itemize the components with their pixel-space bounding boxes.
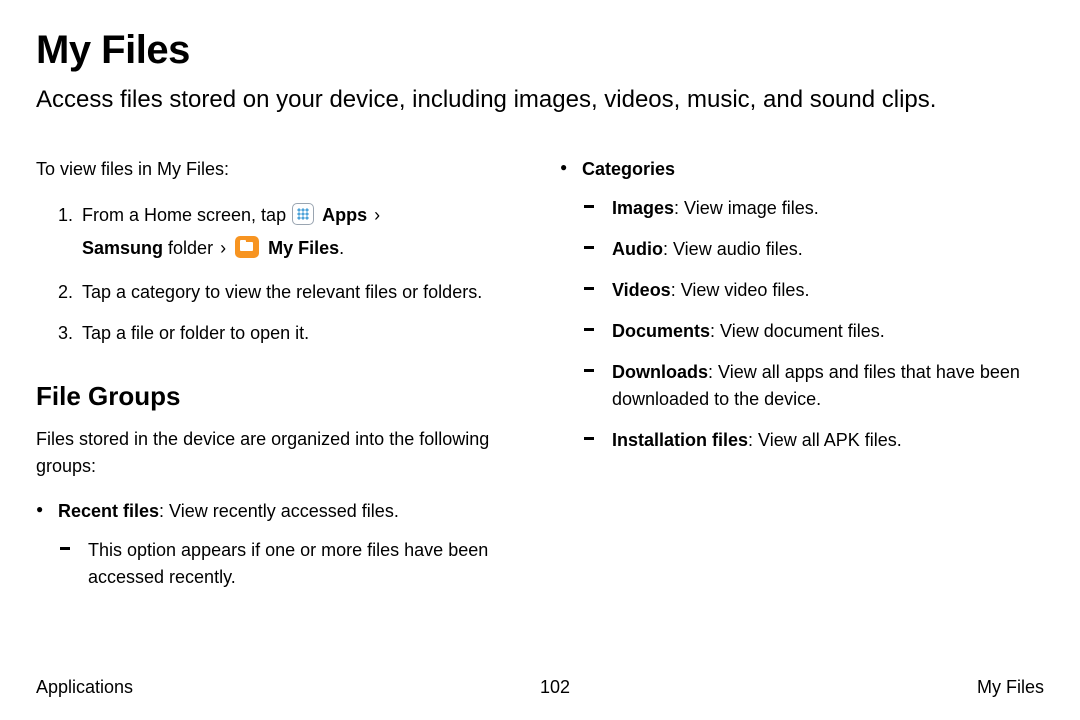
cat-documents: Documents: View document files. xyxy=(612,318,1044,345)
apps-label: Apps xyxy=(322,205,367,225)
file-groups-list: Recent files: View recently accessed fil… xyxy=(36,498,520,591)
apps-icon xyxy=(292,203,314,225)
cat-images-desc: : View image files. xyxy=(674,198,819,218)
right-column: Categories Images: View image files. Aud… xyxy=(560,156,1044,606)
samsung-label: Samsung xyxy=(82,238,163,258)
content-columns: To view files in My Files: From a Home s… xyxy=(36,156,1044,606)
steps-list: From a Home screen, tap Apps › Samsung f… xyxy=(36,199,520,348)
page-subtitle: Access files stored on your device, incl… xyxy=(36,83,1016,118)
cat-install-desc: : View all APK files. xyxy=(748,430,902,450)
folder-word: folder xyxy=(163,238,218,258)
chevron-icon: › xyxy=(367,205,382,225)
file-groups-heading: File Groups xyxy=(36,377,520,416)
period: . xyxy=(339,238,344,258)
categories-sublist: Images: View image files. Audio: View au… xyxy=(582,195,1044,454)
recent-sub-item: This option appears if one or more files… xyxy=(88,537,520,591)
step-2: Tap a category to view the relevant file… xyxy=(78,279,520,306)
cat-docs-label: Documents xyxy=(612,321,710,341)
page-title: My Files xyxy=(36,28,1044,73)
left-column: To view files in My Files: From a Home s… xyxy=(36,156,520,606)
chevron-icon: › xyxy=(218,238,233,258)
cat-docs-desc: : View document files. xyxy=(710,321,885,341)
recent-files-desc: : View recently accessed files. xyxy=(159,501,399,521)
step-1: From a Home screen, tap Apps › Samsung f… xyxy=(78,199,520,266)
cat-audio: Audio: View audio files. xyxy=(612,236,1044,263)
cat-images: Images: View image files. xyxy=(612,195,1044,222)
page-footer: Applications 102 My Files xyxy=(36,677,1044,698)
intro-line: To view files in My Files: xyxy=(36,156,520,183)
step-3: Tap a file or folder to open it. xyxy=(78,320,520,347)
recent-sublist: This option appears if one or more files… xyxy=(58,537,520,591)
footer-right: My Files xyxy=(977,677,1044,698)
recent-files-item: Recent files: View recently accessed fil… xyxy=(58,498,520,591)
cat-videos-label: Videos xyxy=(612,280,671,300)
footer-page-number: 102 xyxy=(540,677,570,698)
folder-icon xyxy=(235,236,259,258)
step1-prefix: From a Home screen, tap xyxy=(82,205,291,225)
file-groups-intro: Files stored in the device are organized… xyxy=(36,426,520,480)
myfiles-label: My Files xyxy=(268,238,339,258)
cat-install-label: Installation files xyxy=(612,430,748,450)
cat-downloads: Downloads: View all apps and files that … xyxy=(612,359,1044,413)
categories-list: Categories Images: View image files. Aud… xyxy=(560,156,1044,454)
cat-audio-desc: : View audio files. xyxy=(663,239,803,259)
cat-videos: Videos: View video files. xyxy=(612,277,1044,304)
categories-item: Categories Images: View image files. Aud… xyxy=(582,156,1044,454)
cat-installation: Installation files: View all APK files. xyxy=(612,427,1044,454)
categories-label: Categories xyxy=(582,159,675,179)
cat-images-label: Images xyxy=(612,198,674,218)
recent-files-label: Recent files xyxy=(58,501,159,521)
cat-audio-label: Audio xyxy=(612,239,663,259)
footer-left: Applications xyxy=(36,677,133,698)
cat-downloads-label: Downloads xyxy=(612,362,708,382)
cat-videos-desc: : View video files. xyxy=(671,280,810,300)
